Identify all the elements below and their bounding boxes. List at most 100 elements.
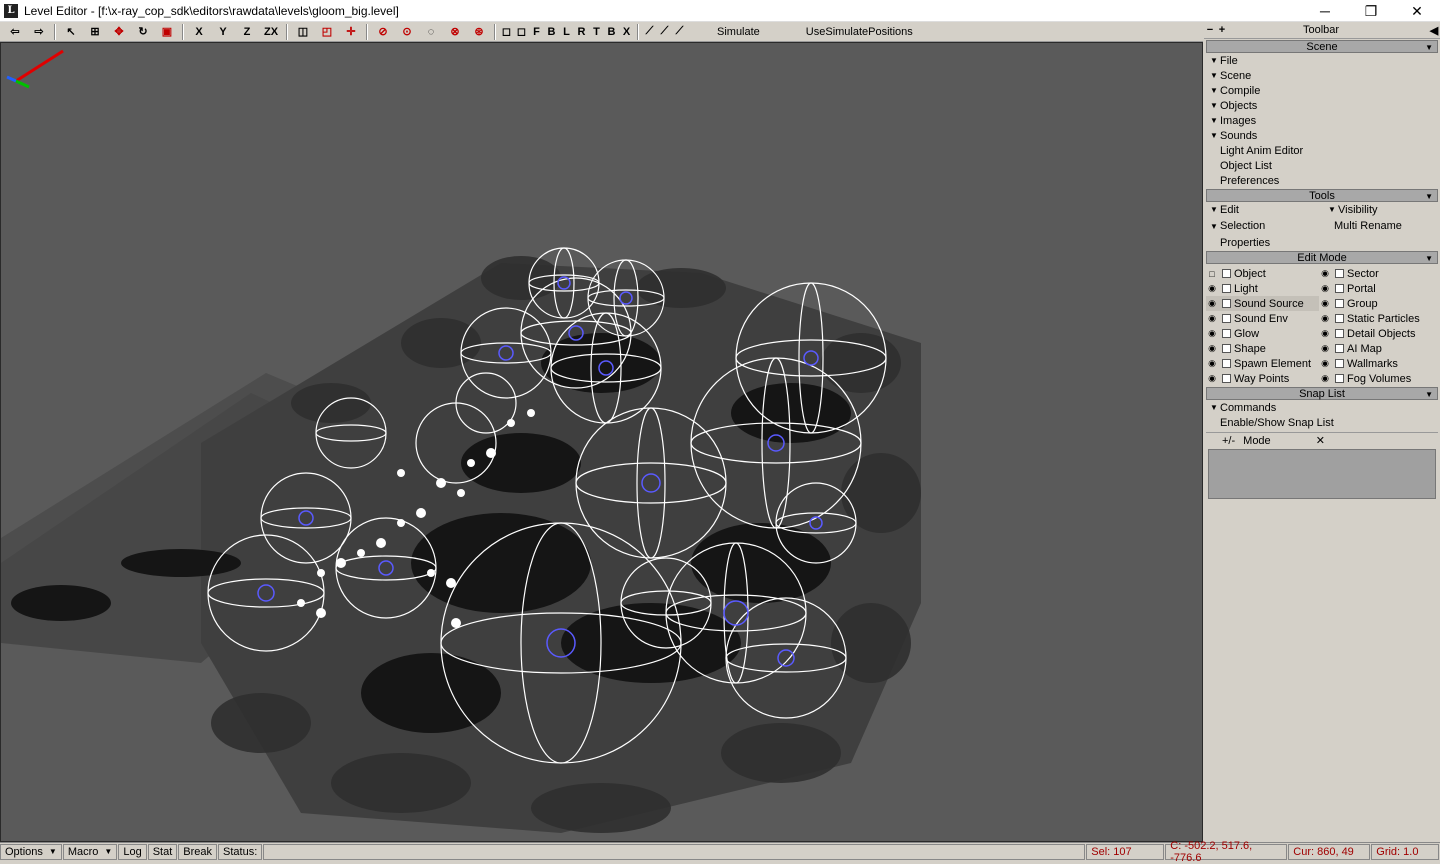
eye-icon[interactable]: ◉ (1319, 343, 1331, 354)
collapse-icon[interactable]: ▼ (1425, 43, 1433, 52)
edit-mode-group[interactable]: ◉ Group (1319, 296, 1424, 311)
viewport-3d[interactable] (0, 42, 1203, 842)
magnet-icon[interactable]: ⊘ (371, 23, 395, 41)
view-reset-button[interactable]: X (619, 23, 634, 41)
tools-header[interactable]: Tools ▼ (1206, 189, 1438, 202)
eye-icon[interactable]: ◉ (1319, 358, 1331, 369)
checkbox[interactable] (1335, 374, 1344, 383)
checkbox[interactable] (1335, 344, 1344, 353)
stat-button[interactable]: Stat (147, 843, 178, 860)
view-bottom-button[interactable]: B (604, 23, 619, 41)
edit-mode-header[interactable]: Edit Mode ▼ (1206, 251, 1438, 264)
close-button[interactable]: ✕ (1394, 0, 1440, 22)
add-icon[interactable]: ⊞ (83, 23, 107, 41)
edit-mode-static-particles[interactable]: ◉ Static Particles (1319, 311, 1424, 326)
camera-icon[interactable]: ⟋ (642, 23, 657, 41)
scene-menu-scene[interactable]: ▼ Scene (1206, 68, 1438, 83)
scene-menu-file[interactable]: ▼ File (1206, 53, 1438, 68)
scene-menu-compile[interactable]: ▼ Compile (1206, 83, 1438, 98)
view-top-button[interactable]: T (589, 23, 604, 41)
object-snap-icon[interactable]: ◰ (315, 23, 339, 41)
checkbox[interactable] (1335, 329, 1344, 338)
camera-fly-icon[interactable]: ⟋ (657, 23, 672, 41)
moving-snap-icon[interactable]: ⊗ (443, 23, 467, 41)
scale-icon[interactable]: ▣ (155, 23, 179, 41)
preferences-link[interactable]: Preferences (1206, 173, 1438, 188)
checkbox[interactable] (1335, 299, 1344, 308)
options-menu[interactable]: Options ▼ (0, 843, 62, 860)
light-anim-editor-link[interactable]: Light Anim Editor (1206, 143, 1438, 158)
eye-icon[interactable]: ◉ (1206, 313, 1218, 324)
snap-mode-toggle[interactable]: +/- (1222, 435, 1235, 447)
eye-icon[interactable]: ◉ (1319, 373, 1331, 384)
enable-show-snap-list-link[interactable]: Enable/Show Snap List (1206, 415, 1438, 430)
object-list-link[interactable]: Object List (1206, 158, 1438, 173)
rotate-icon[interactable]: ↻ (131, 23, 155, 41)
snap-commands[interactable]: ▼ Commands (1206, 400, 1438, 415)
use-simulate-positions-button[interactable]: UseSimulatePositions (796, 26, 923, 38)
tools-selection[interactable]: ▼ Selection (1206, 217, 1324, 235)
edit-mode-sector[interactable]: ◉ Sector (1319, 266, 1424, 281)
log-button[interactable]: Log (118, 843, 147, 860)
eye-icon[interactable]: ◉ (1206, 343, 1218, 354)
view-left-button[interactable]: L (559, 23, 574, 41)
undo-icon[interactable]: ⇦ (3, 23, 27, 41)
expand-all-icon[interactable]: + (1216, 24, 1228, 36)
view-back-button[interactable]: B (544, 23, 559, 41)
checkbox[interactable] (1222, 299, 1231, 308)
snap-list-box[interactable] (1208, 449, 1436, 499)
checkbox[interactable] (1335, 314, 1344, 323)
edit-mode-sound-source[interactable]: ◉ Sound Source (1206, 296, 1319, 311)
minimize-button[interactable]: ─ (1302, 0, 1348, 22)
collapse-icon[interactable]: ▼ (1425, 390, 1433, 399)
axis-z-button[interactable]: Z (235, 23, 259, 41)
angle-snap-icon[interactable]: ◌ (419, 23, 443, 41)
checkbox[interactable] (1222, 359, 1231, 368)
checkbox[interactable] (1222, 374, 1231, 383)
eye-icon[interactable]: ◉ (1206, 283, 1218, 294)
eye-icon[interactable]: ◉ (1319, 328, 1331, 339)
checkbox[interactable] (1222, 344, 1231, 353)
checkbox[interactable] (1222, 329, 1231, 338)
collapse-all-icon[interactable]: − (1204, 24, 1216, 36)
edit-mode-wallmarks[interactable]: ◉ Wallmarks (1319, 356, 1424, 371)
simulate-button[interactable]: Simulate (707, 26, 770, 38)
edit-mode-glow[interactable]: ◉ Glow (1206, 326, 1319, 341)
eye-icon[interactable]: ◉ (1319, 283, 1331, 294)
eye-icon[interactable]: ◉ (1319, 313, 1331, 324)
macro-menu[interactable]: Macro ▼ (62, 843, 118, 860)
camera-arc-icon[interactable]: ⟋ (672, 23, 687, 41)
zoom-extent-icon[interactable]: ◻ (499, 23, 514, 41)
eye-icon[interactable]: ◉ (1319, 268, 1331, 279)
tools-edit[interactable]: ▼ Edit (1206, 202, 1324, 217)
properties-link[interactable]: Properties (1206, 235, 1324, 250)
checkbox[interactable] (1222, 314, 1231, 323)
grid-snap-icon[interactable]: ◫ (291, 23, 315, 41)
normal-snap-icon[interactable]: ⊙ (395, 23, 419, 41)
scene-header[interactable]: Scene ▼ (1206, 40, 1438, 53)
select-icon[interactable]: ↖ (59, 23, 83, 41)
eye-icon[interactable]: ◉ (1206, 358, 1218, 369)
move-icon[interactable]: ✥ (107, 23, 131, 41)
tools-visibility[interactable]: ▼ Visibility (1324, 202, 1424, 217)
redo-icon[interactable]: ⇨ (27, 23, 51, 41)
collapse-icon[interactable]: ▼ (1425, 254, 1433, 263)
edit-mode-detail-objects[interactable]: ◉ Detail Objects (1319, 326, 1424, 341)
checkbox[interactable] (1335, 269, 1344, 278)
edit-mode-sound-env[interactable]: ◉ Sound Env (1206, 311, 1319, 326)
axis-y-button[interactable]: Y (211, 23, 235, 41)
checkbox[interactable] (1335, 284, 1344, 293)
checkbox[interactable] (1335, 359, 1344, 368)
view-right-button[interactable]: R (574, 23, 589, 41)
scene-menu-sounds[interactable]: ▼ Sounds (1206, 128, 1438, 143)
vertex-snap-icon[interactable]: ✛ (339, 23, 363, 41)
snap-to-icon[interactable]: ⊛ (467, 23, 491, 41)
scene-menu-images[interactable]: ▼ Images (1206, 113, 1438, 128)
zoom-selected-icon[interactable]: ◻ (514, 23, 529, 41)
eye-icon[interactable]: □ (1206, 269, 1218, 279)
multi-rename-link[interactable]: Multi Rename (1324, 217, 1424, 235)
snap-list-header[interactable]: Snap List ▼ (1206, 387, 1438, 400)
edit-mode-spawn-element[interactable]: ◉ Spawn Element (1206, 356, 1319, 371)
eye-icon[interactable]: ◉ (1319, 298, 1331, 309)
axis-x-button[interactable]: X (187, 23, 211, 41)
